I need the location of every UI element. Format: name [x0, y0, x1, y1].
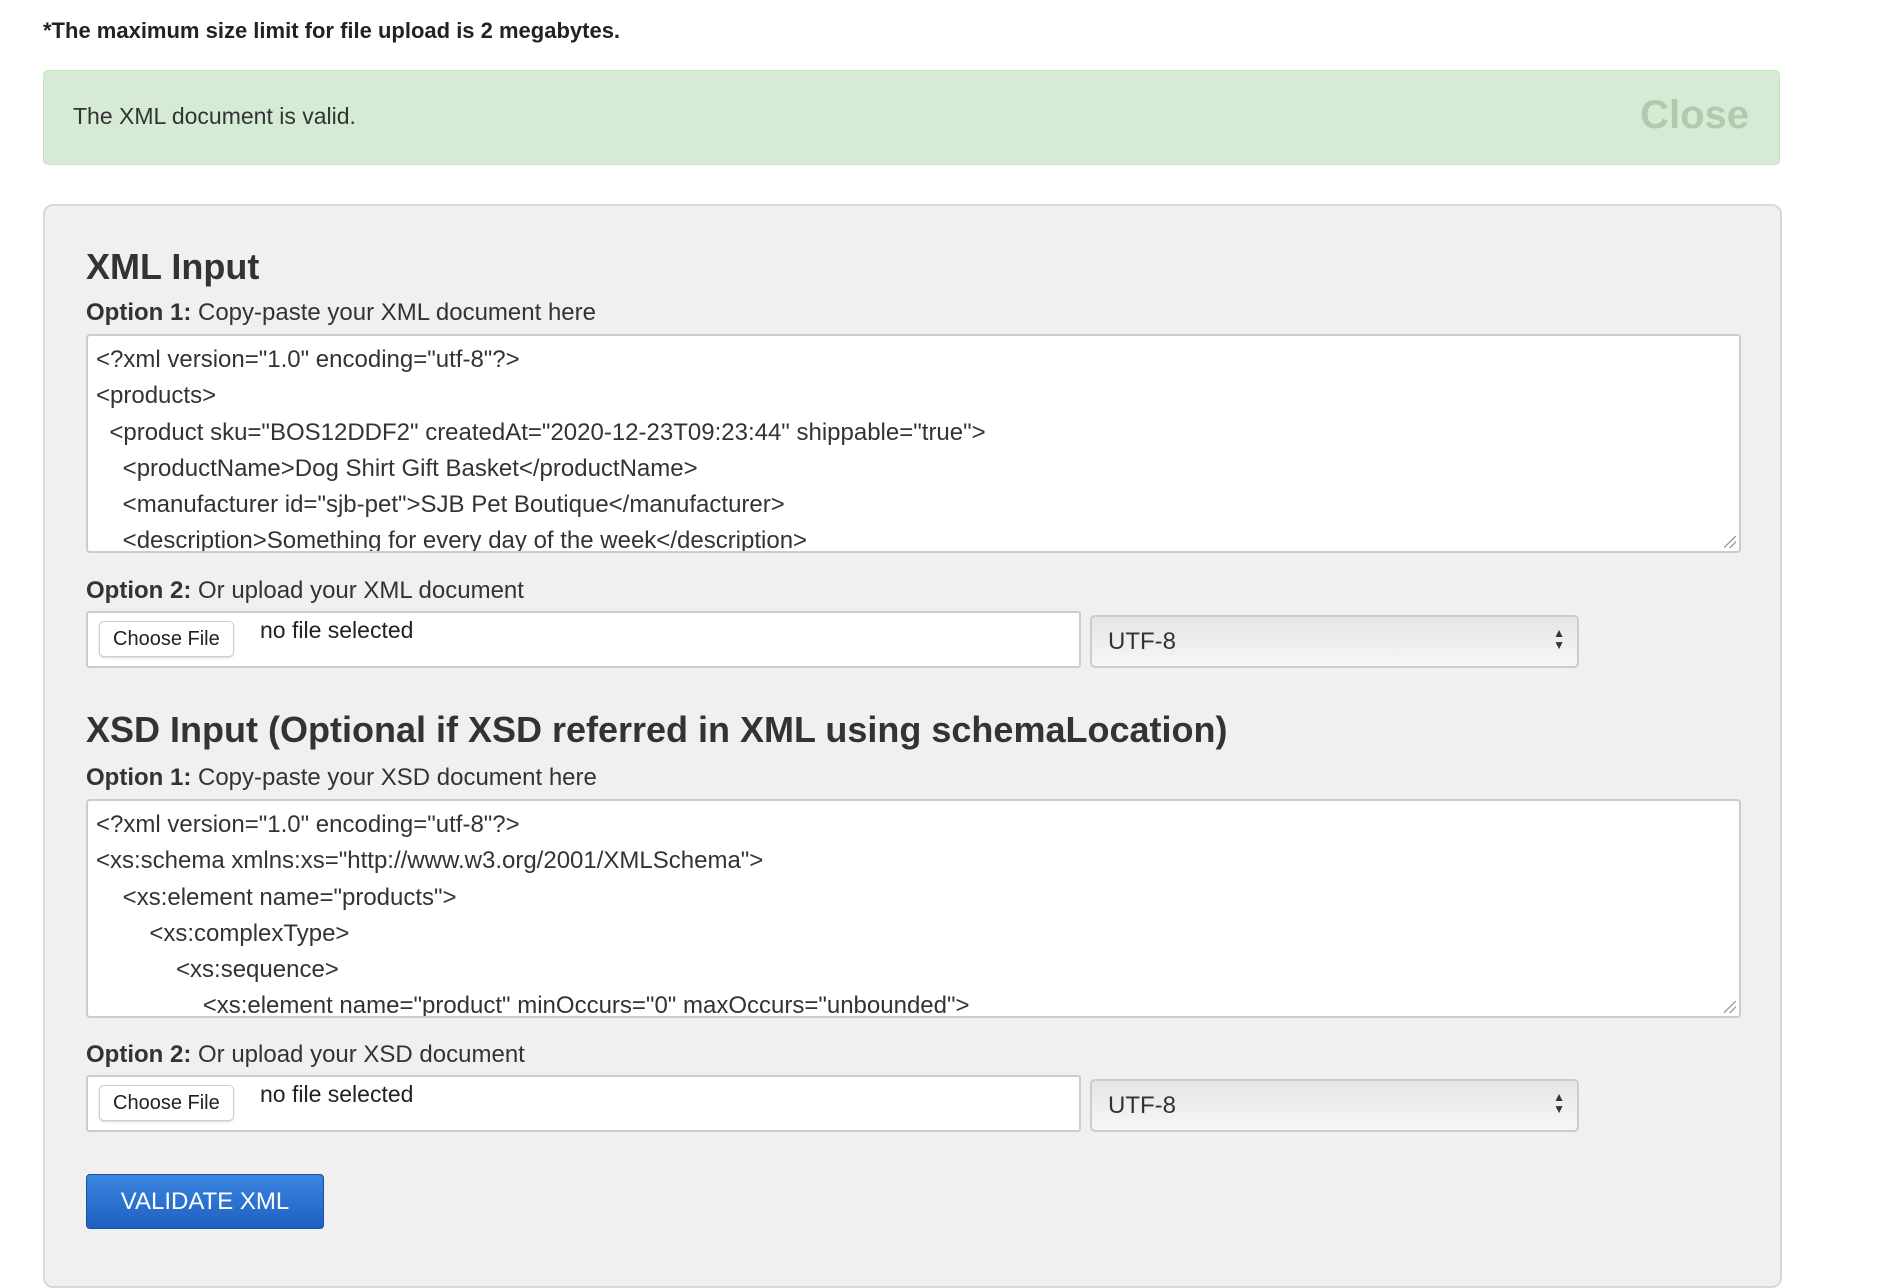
success-alert: The XML document is valid. Close — [43, 70, 1780, 165]
xml-encoding-select[interactable]: UTF-8 ▲ ▼ — [1090, 615, 1579, 668]
xml-file-status: no file selected — [260, 617, 414, 643]
alert-close-button[interactable]: Close — [1640, 93, 1749, 138]
xml-option1-label: Option 1: Copy-paste your XML document h… — [86, 299, 596, 327]
xsd-file-status: no file selected — [260, 1081, 414, 1107]
xml-option1-text: Copy-paste your XML document here — [191, 299, 596, 326]
xsd-textarea[interactable]: <?xml version="1.0" encoding="utf-8"?> <… — [86, 799, 1741, 1018]
xsd-option1-bold: Option 1: — [86, 764, 192, 791]
validate-xml-button[interactable]: VALIDATE XML — [86, 1174, 324, 1229]
xml-content[interactable]: <?xml version="1.0" encoding="utf-8"?> <… — [96, 342, 1731, 551]
xsd-option1-label: Option 1: Copy-paste your XSD document h… — [86, 764, 597, 792]
xml-option2-text: Or upload your XML document — [191, 577, 524, 604]
xml-input-heading: XML Input — [86, 246, 260, 287]
resize-grip-icon[interactable] — [1724, 1001, 1736, 1013]
xml-option2-label: Option 2: Or upload your XML document — [86, 577, 524, 605]
upload-size-note: *The maximum size limit for file upload … — [43, 18, 621, 43]
xml-encoding-value: UTF-8 — [1108, 628, 1176, 655]
xsd-content[interactable]: <?xml version="1.0" encoding="utf-8"?> <… — [96, 807, 1731, 1016]
xsd-option1-text: Copy-paste your XSD document here — [191, 764, 597, 791]
select-arrows-icon: ▲ ▼ — [1553, 1090, 1565, 1116]
xsd-input-heading: XSD Input (Optional if XSD referred in X… — [86, 709, 1228, 750]
xsd-option2-label: Option 2: Or upload your XSD document — [86, 1041, 525, 1069]
xml-file-input[interactable]: Choose File no file selected — [86, 611, 1081, 668]
xsd-option2-bold: Option 2: — [86, 1041, 192, 1068]
resize-grip-icon[interactable] — [1724, 536, 1736, 548]
xml-option2-bold: Option 2: — [86, 577, 192, 604]
xml-choose-file-button[interactable]: Choose File — [99, 621, 234, 657]
xsd-encoding-value: UTF-8 — [1108, 1092, 1176, 1119]
xml-option1-bold: Option 1: — [86, 299, 192, 326]
xsd-encoding-select[interactable]: UTF-8 ▲ ▼ — [1090, 1079, 1579, 1132]
xml-textarea[interactable]: <?xml version="1.0" encoding="utf-8"?> <… — [86, 334, 1741, 553]
xsd-choose-file-button[interactable]: Choose File — [99, 1085, 234, 1121]
xsd-file-input[interactable]: Choose File no file selected — [86, 1075, 1081, 1132]
alert-message: The XML document is valid. — [73, 103, 356, 129]
xsd-option2-text: Or upload your XSD document — [191, 1041, 525, 1068]
validator-panel: XML Input Option 1: Copy-paste your XML … — [43, 204, 1782, 1288]
select-arrows-icon: ▲ ▼ — [1553, 626, 1565, 652]
